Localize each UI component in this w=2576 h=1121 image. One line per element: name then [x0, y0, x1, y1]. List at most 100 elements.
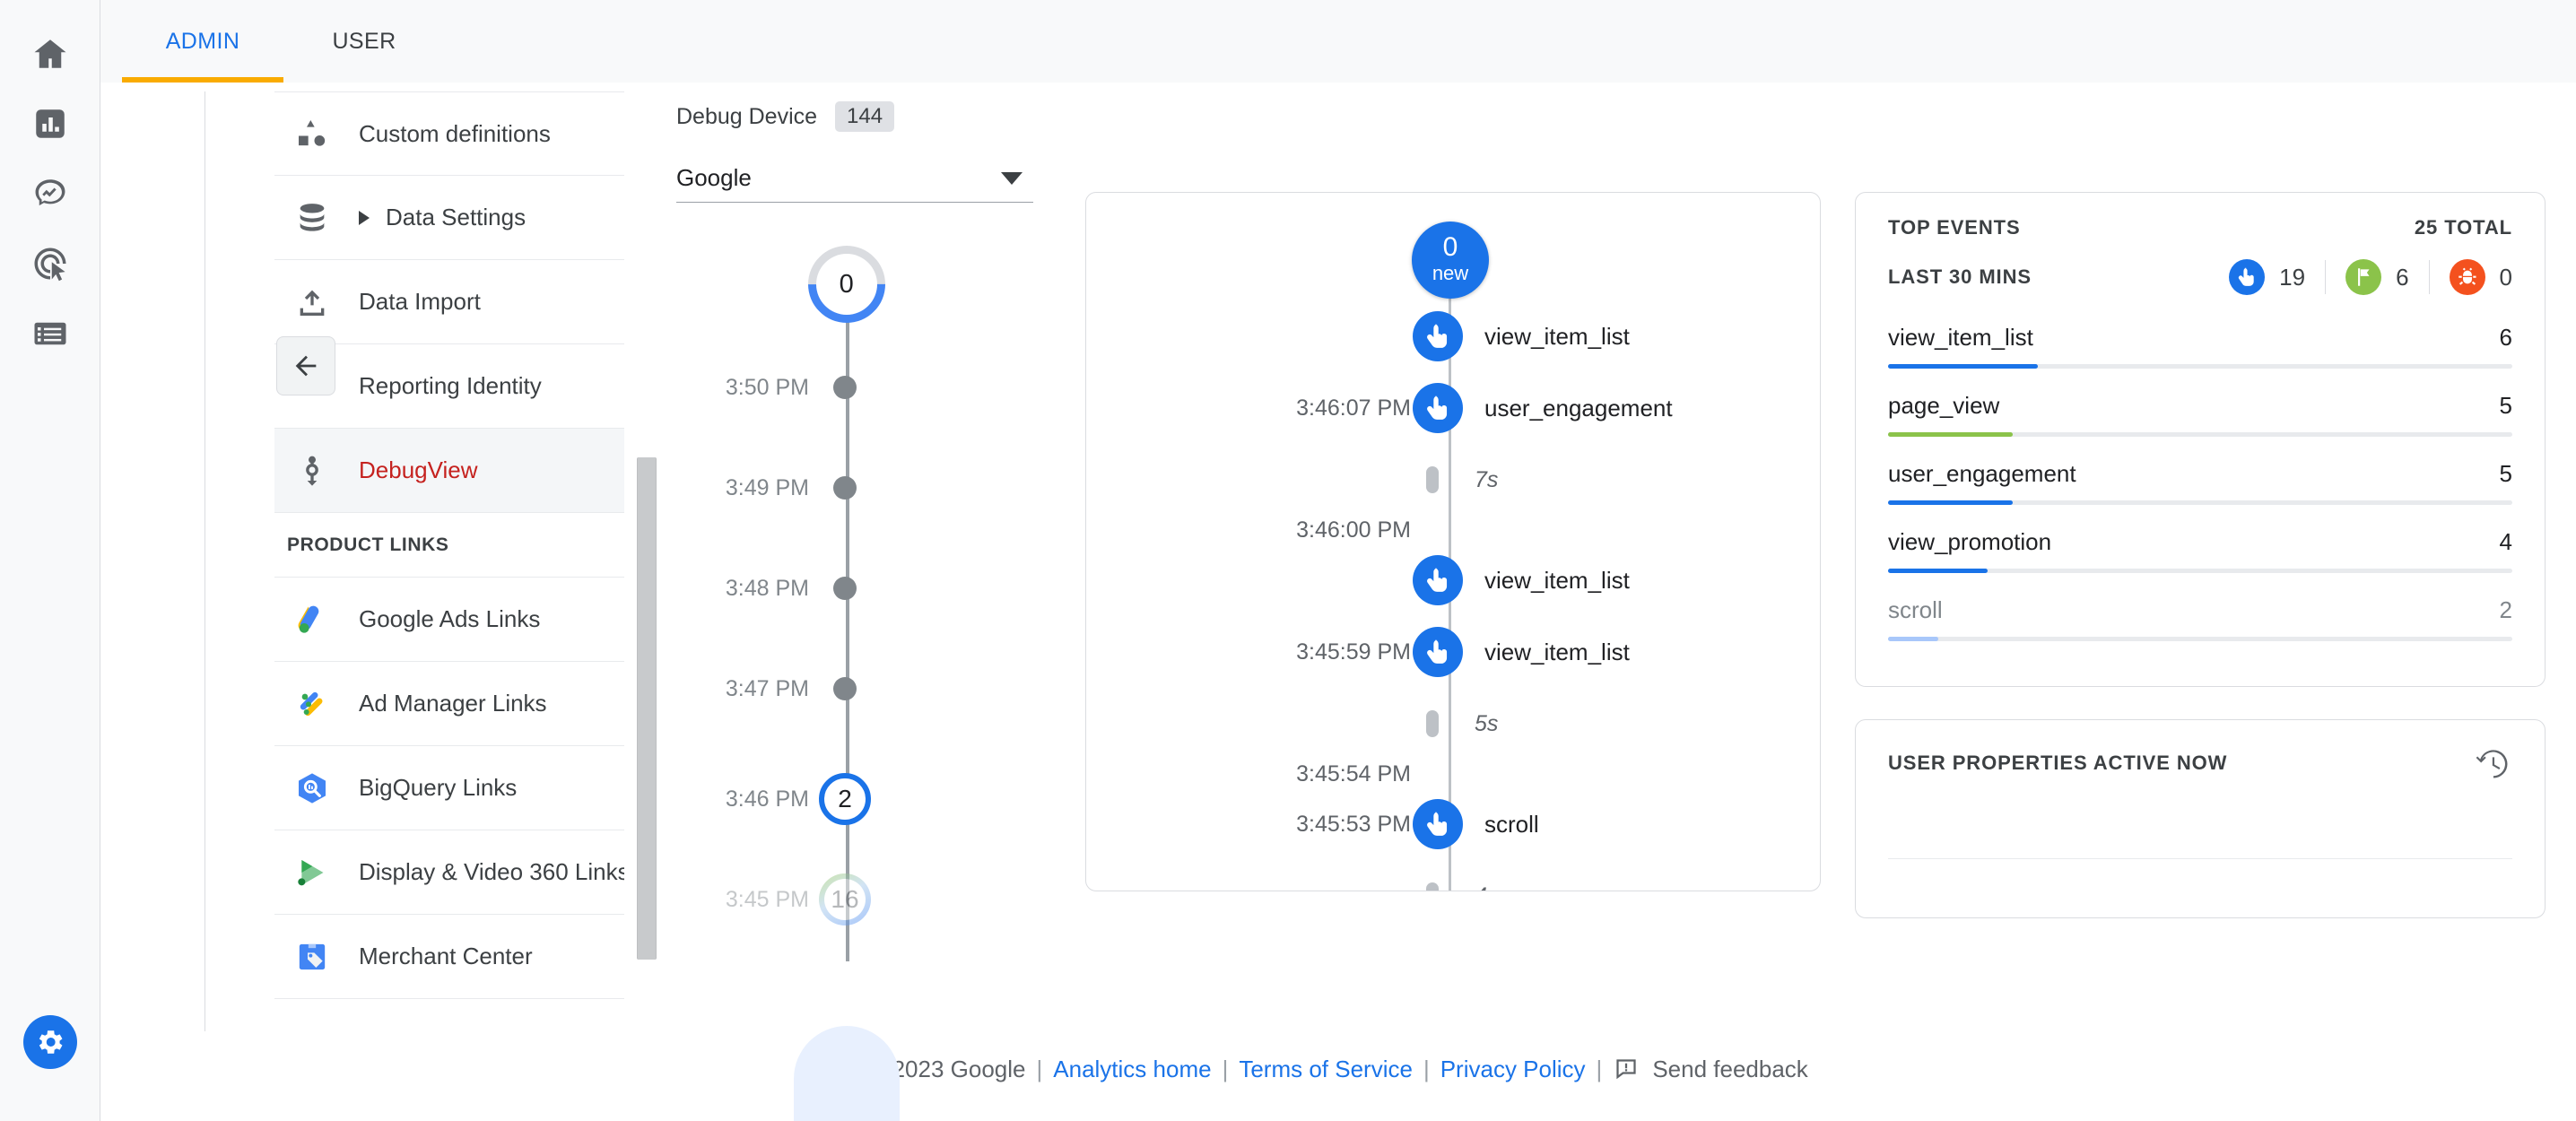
top-events-subheader: LAST 30 MINS 19 6 0 [1888, 259, 2512, 295]
top-event-bar-track [1888, 637, 2512, 641]
top-event-name: scroll [1888, 596, 1943, 623]
global-nav-rail [0, 0, 100, 1121]
gap-marker [1426, 710, 1439, 737]
settings-nav-scrollbar[interactable] [637, 457, 657, 960]
event-gap-duration: 5s [1475, 710, 1499, 736]
nav-item-label: Display & Video 360 Links [359, 858, 624, 885]
touch-icon[interactable] [1413, 383, 1463, 433]
debug-device-label-row: Debug Device 144 [676, 95, 1051, 138]
stat-value: 19 [2279, 263, 2306, 291]
timeline-dot[interactable] [833, 577, 857, 600]
collapse-panel-button[interactable] [276, 336, 335, 395]
analytics-home-link[interactable]: Analytics home [1053, 1056, 1211, 1083]
chevron-right-icon[interactable] [359, 210, 370, 225]
admin-gear-button[interactable] [23, 1015, 77, 1069]
top-event-item[interactable]: scroll 2 [1888, 591, 2512, 641]
user-properties-title: USER PROPERTIES ACTIVE NOW [1888, 752, 2228, 774]
product-links-section-header: PRODUCT LINKS [274, 513, 624, 578]
top-events-title: TOP EVENTS [1888, 216, 2021, 239]
nav-item-bigquery-links[interactable]: BigQuery Links [274, 746, 624, 830]
configure-list-icon[interactable] [23, 307, 77, 361]
nav-item-label: BigQuery Links [359, 774, 518, 801]
reports-bar-chart-icon[interactable] [23, 97, 77, 151]
display-video-360-icon [287, 855, 337, 891]
event-row: 3:45:53 PM scroll [1086, 799, 1820, 849]
top-events-total: 25 TOTAL [2414, 216, 2512, 239]
timeline-dot[interactable] [833, 476, 857, 500]
top-event-bar-track [1888, 569, 2512, 573]
send-feedback-button[interactable]: Send feedback [1613, 1055, 1808, 1083]
stat-errors: 0 [2449, 259, 2512, 295]
top-event-item[interactable]: view_item_list 6 [1888, 318, 2512, 369]
timeline-minute-bubble[interactable]: 16 [819, 873, 871, 925]
top-event-bar-fill [1888, 364, 2039, 369]
nav-item-ad-manager-links[interactable]: Ad Manager Links [274, 662, 624, 746]
nav-item-data-import[interactable]: Data Import [274, 260, 624, 344]
nav-item-label: DebugView [359, 456, 478, 483]
top-event-count: 2 [2499, 596, 2512, 623]
upload-icon [287, 284, 337, 320]
timeline-dot[interactable] [833, 376, 857, 399]
nav-item-merchant-center[interactable]: Merchant Center [274, 915, 624, 999]
top-event-bar-fill [1888, 569, 1989, 573]
top-events-card: TOP EVENTS 25 TOTAL LAST 30 MINS 19 6 0 … [1855, 192, 2546, 687]
explore-insights-icon[interactable] [23, 167, 77, 221]
top-events-list: view_item_list 6 page_view 5 user_engage… [1888, 318, 2512, 641]
stat-value: 0 [2499, 263, 2512, 291]
touch-icon[interactable] [1413, 555, 1463, 605]
top-event-item[interactable]: user_engagement 5 [1888, 455, 2512, 505]
top-event-bar-track [1888, 500, 2512, 505]
nav-item-google-ads-links[interactable]: Google Ads Links [274, 578, 624, 662]
nav-item-custom-definitions[interactable]: Custom definitions [274, 91, 624, 176]
nav-item-debugview[interactable]: DebugView [274, 429, 624, 513]
top-event-count: 4 [2499, 528, 2512, 555]
ad-manager-icon [287, 686, 337, 722]
top-event-bar-fill [1888, 500, 2014, 505]
chevron-down-icon [1001, 171, 1023, 185]
debug-icon [287, 453, 337, 489]
top-event-name: view_promotion [1888, 528, 2052, 555]
top-event-item[interactable]: page_view 5 [1888, 387, 2512, 437]
gap-marker [1426, 466, 1439, 493]
top-event-bar-fill [1888, 637, 1938, 641]
timeline-row: 3:50 PM [676, 371, 1035, 404]
terms-of-service-link[interactable]: Terms of Service [1239, 1056, 1413, 1083]
nav-item-label: Ad Manager Links [359, 690, 547, 717]
flag-icon [2345, 259, 2382, 295]
debug-device-label: Debug Device [676, 103, 818, 129]
top-events-timeframe: LAST 30 MINS [1888, 265, 2032, 288]
footer-separator: | [1596, 1055, 1603, 1082]
top-event-name: user_engagement [1888, 460, 2076, 487]
touch-icon[interactable] [1413, 627, 1463, 677]
event-timestamp: 3:46:00 PM [1296, 517, 1411, 543]
tab-admin[interactable]: ADMIN [122, 0, 283, 83]
debug-device-count-badge: 144 [835, 101, 895, 132]
history-icon[interactable] [2473, 743, 2512, 783]
touch-icon [2229, 259, 2266, 295]
stat-divider [2325, 260, 2327, 294]
body-column: ADMIN USER Custom definitions Data Setti… [100, 0, 2576, 1121]
privacy-policy-link[interactable]: Privacy Policy [1440, 1056, 1586, 1083]
send-feedback-label: Send feedback [1652, 1055, 1808, 1082]
top-event-item[interactable]: view_promotion 4 [1888, 523, 2512, 573]
page-content: Custom definitions Data Settings Data Im… [100, 83, 2576, 1121]
home-icon[interactable] [23, 27, 77, 81]
stat-divider [2428, 260, 2430, 294]
debug-device-select[interactable]: Google [676, 154, 1033, 203]
timeline-time-label: 3:50 PM [725, 374, 809, 400]
nav-item-data-settings[interactable]: Data Settings [274, 176, 624, 260]
nav-item-display-video-360-links[interactable]: Display & Video 360 Links [274, 830, 624, 915]
timeline-minute-bubble-selected[interactable]: 2 [819, 773, 871, 825]
tab-bar: ADMIN USER [100, 0, 2576, 83]
touch-icon[interactable] [1413, 799, 1463, 849]
touch-icon[interactable] [1413, 311, 1463, 361]
advertising-target-icon[interactable] [23, 237, 77, 291]
event-row: view_item_list [1086, 555, 1820, 605]
event-gap-duration: 4s [1475, 883, 1498, 891]
debugview-report: Debug Device 144 Google 0 3:50 PM 3:49 P… [657, 83, 2576, 1121]
tab-user[interactable]: USER [283, 0, 445, 83]
event-time-row: 3:46:00 PM [1086, 505, 1820, 555]
event-gap-duration: 7s [1475, 466, 1499, 492]
timeline-dot[interactable] [833, 677, 857, 700]
timeline-row: 3:48 PM [676, 572, 1035, 604]
